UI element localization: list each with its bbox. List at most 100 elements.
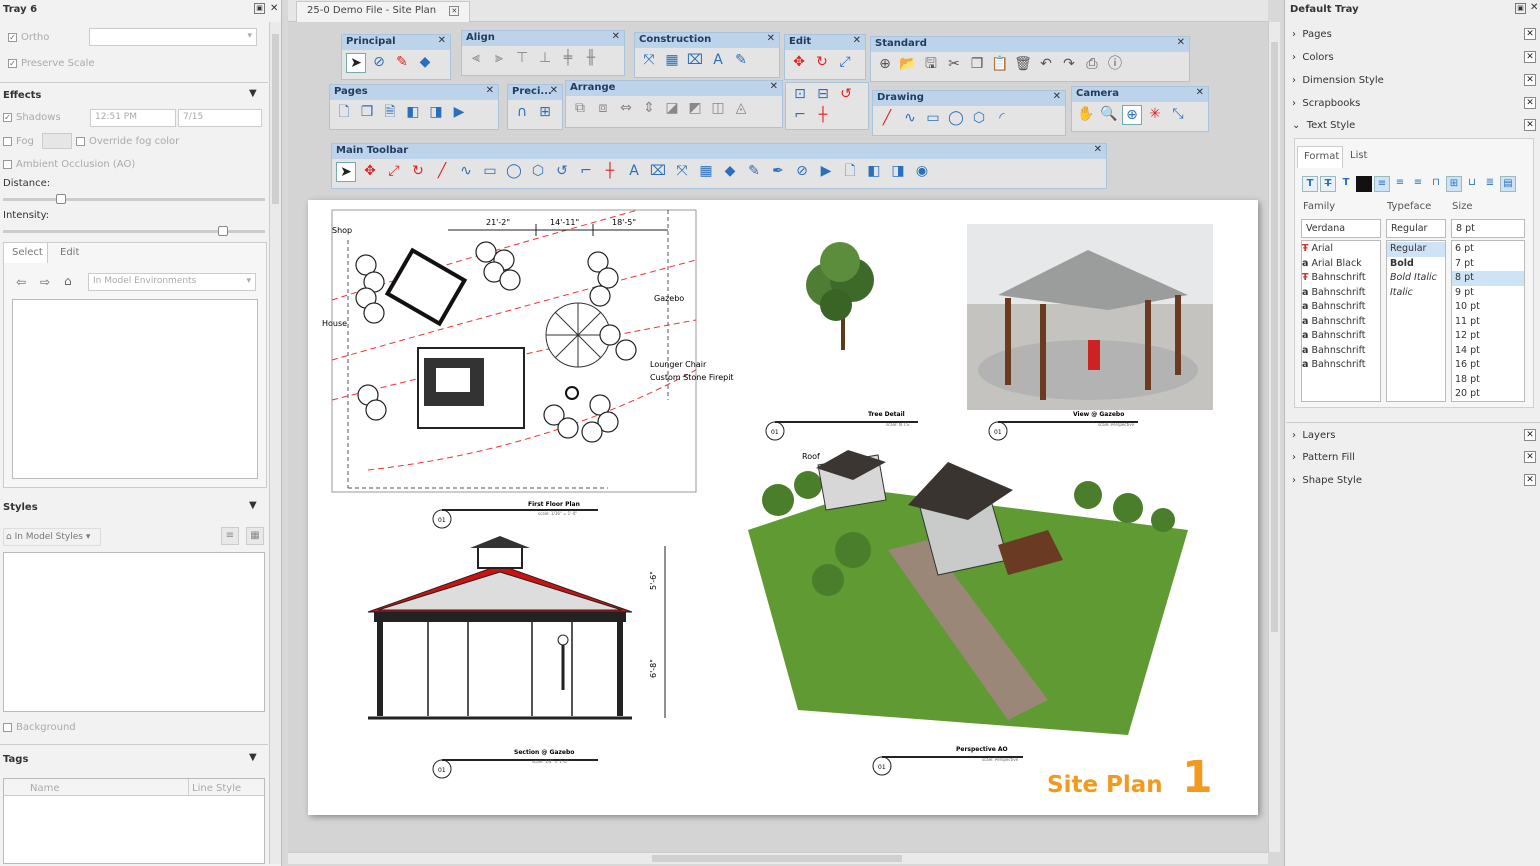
send-back-icon[interactable]: ◩ (685, 99, 705, 117)
select-tool-icon[interactable]: ➤ (336, 162, 356, 182)
close-icon[interactable]: ✕ (767, 33, 775, 44)
group-icon[interactable]: ⧉ (570, 99, 590, 117)
forward-arrow-icon[interactable]: ⇨ (40, 275, 50, 289)
styles-list[interactable] (3, 552, 265, 712)
styles-select[interactable]: ⌂ In Model Styles ▾ (3, 528, 101, 546)
list-item[interactable]: a Bahnschrift (1302, 358, 1380, 373)
list-item[interactable]: a Bahnschrift (1302, 329, 1380, 344)
list-item[interactable]: a Bahnschrift (1302, 315, 1380, 330)
arc-icon[interactable]: ◜ (992, 109, 1012, 127)
table-icon[interactable]: ▦ (696, 162, 716, 182)
date-input[interactable]: 7/15 (178, 109, 262, 127)
family-input[interactable]: Verdana (1301, 219, 1381, 238)
scale-icon[interactable]: ⤢ (384, 162, 404, 182)
circle-icon[interactable]: ◯ (946, 109, 966, 127)
list-item[interactable]: a Bahnschrift (1302, 344, 1380, 359)
close-icon[interactable]: ✕ (550, 85, 558, 96)
next-page-icon[interactable]: ◨ (426, 103, 446, 121)
split-icon[interactable]: ⊟ (813, 85, 833, 103)
intensity-slider-handle[interactable] (218, 226, 229, 236)
list-item[interactable]: 18 pt (1452, 373, 1524, 388)
close-icon[interactable]: ✕ (449, 6, 460, 16)
ao-checkbox[interactable]: Ambient Occlusion (AO) (3, 159, 135, 170)
fillet-icon[interactable]: ⌐ (576, 162, 596, 182)
style-icon[interactable]: ✒ (768, 162, 788, 182)
align-top-icon[interactable]: ⊤ (512, 49, 532, 67)
list-item[interactable]: 9 pt (1452, 286, 1524, 301)
left-tray-scrollbar[interactable] (269, 22, 281, 864)
effects-header[interactable]: Effects (3, 90, 41, 101)
collapse-icon[interactable]: ▼ (249, 88, 257, 99)
zoom-window-icon[interactable]: ⊕ (1122, 105, 1142, 125)
list-item[interactable]: 12 pt (1452, 329, 1524, 344)
scrollbar-thumb[interactable] (652, 855, 902, 862)
tray-item-shape-style[interactable]: › Shape Style (1292, 475, 1362, 486)
new-icon[interactable]: ⊕ (875, 55, 895, 73)
list-item[interactable]: a Arial Black (1302, 257, 1380, 272)
scrollbar-thumb[interactable] (272, 34, 279, 204)
snap-icon[interactable]: ∩ (512, 103, 532, 121)
line-icon[interactable]: ╱ (877, 109, 897, 127)
delete-icon[interactable]: 🗑 (1013, 55, 1033, 73)
align-right-icon[interactable]: ⫸ (489, 49, 509, 67)
page-settings-icon[interactable]: 🗎 (380, 103, 400, 121)
save-icon[interactable]: 🖫 (921, 55, 941, 73)
eraser-icon[interactable]: ⊘ (792, 162, 812, 182)
close-icon[interactable]: ✕ (1524, 429, 1536, 441)
list-item[interactable]: 11 pt (1452, 315, 1524, 330)
fit-icon[interactable]: ▤ (1500, 176, 1516, 192)
prev-page-icon[interactable]: ◧ (403, 103, 423, 121)
flip-icon[interactable]: ⇔ (616, 99, 636, 117)
list-item[interactable]: Regular (1387, 242, 1445, 257)
list-item[interactable]: 6 pt (1452, 242, 1524, 257)
close-icon[interactable]: ✕ (1530, 2, 1538, 13)
scrollbar-thumb[interactable] (1271, 42, 1278, 632)
close-icon[interactable]: ✕ (486, 85, 494, 96)
col-name[interactable]: Name (30, 783, 60, 794)
styles-header[interactable]: Styles (3, 502, 38, 513)
close-icon[interactable]: ✕ (1177, 37, 1185, 48)
canvas-h-scrollbar[interactable] (288, 852, 1268, 864)
strikethrough-icon[interactable]: T (1320, 176, 1336, 192)
list-item[interactable]: 16 pt (1452, 358, 1524, 373)
grid-icon[interactable]: ⊞ (535, 103, 555, 121)
size-list[interactable]: 6 pt 7 pt 8 pt 9 pt 10 pt 11 pt 12 pt 14… (1451, 240, 1525, 402)
print-icon[interactable]: ⎙ (1082, 55, 1102, 73)
align-center-icon[interactable]: ╪ (558, 49, 578, 67)
close-icon[interactable]: ✕ (853, 35, 861, 46)
close-icon[interactable]: ✕ (438, 35, 446, 46)
bring-front-icon[interactable]: ◪ (662, 99, 682, 117)
justify-icon[interactable]: ≣ (1482, 176, 1498, 192)
table-icon[interactable]: ▦ (662, 51, 682, 69)
tray-item-colors[interactable]: › Colors (1292, 52, 1334, 63)
circle-icon[interactable]: ◯ (504, 162, 524, 182)
tags-header[interactable]: Tags (3, 754, 28, 765)
close-icon[interactable]: ✕ (1524, 119, 1536, 131)
scale-icon[interactable]: ⤢ (835, 53, 855, 71)
override-fog-checkbox[interactable]: Override fog color (76, 136, 179, 147)
collapse-icon[interactable]: ▼ (249, 500, 257, 511)
fillet-icon[interactable]: ⌐ (790, 106, 810, 124)
close-icon[interactable]: ✕ (1524, 474, 1536, 486)
pin-icon[interactable]: ▣ (254, 3, 265, 14)
color-swatch[interactable] (1356, 176, 1372, 192)
distribute-icon[interactable]: ⇕ (639, 99, 659, 117)
align-left-icon[interactable]: ⫷ (466, 49, 486, 67)
grid-view-icon[interactable]: ▦ (246, 527, 264, 545)
valign-middle-icon[interactable]: ⊞ (1446, 176, 1462, 192)
rotate-icon[interactable]: ↻ (812, 53, 832, 71)
close-icon[interactable]: ✕ (1094, 144, 1102, 155)
cut-icon[interactable]: ✂ (944, 55, 964, 73)
tab-edit[interactable]: Edit (52, 243, 92, 263)
family-list[interactable]: Ŧ Arial a Arial Black Ŧ Bahnschrift a Ba… (1301, 240, 1381, 402)
forward-icon[interactable]: ◫ (708, 99, 728, 117)
fog-color-swatch[interactable] (42, 133, 72, 149)
valign-top-icon[interactable]: ⊓ (1428, 176, 1444, 192)
move-icon[interactable]: ✥ (789, 53, 809, 71)
size-input[interactable]: 8 pt (1451, 219, 1525, 238)
list-item[interactable]: Italic (1387, 286, 1445, 301)
align-right-icon[interactable]: ≡ (1410, 176, 1426, 192)
text-style-icon[interactable]: T (1302, 176, 1318, 192)
list-item[interactable]: 20 pt (1452, 387, 1524, 401)
typeface-input[interactable]: Regular (1386, 219, 1446, 238)
